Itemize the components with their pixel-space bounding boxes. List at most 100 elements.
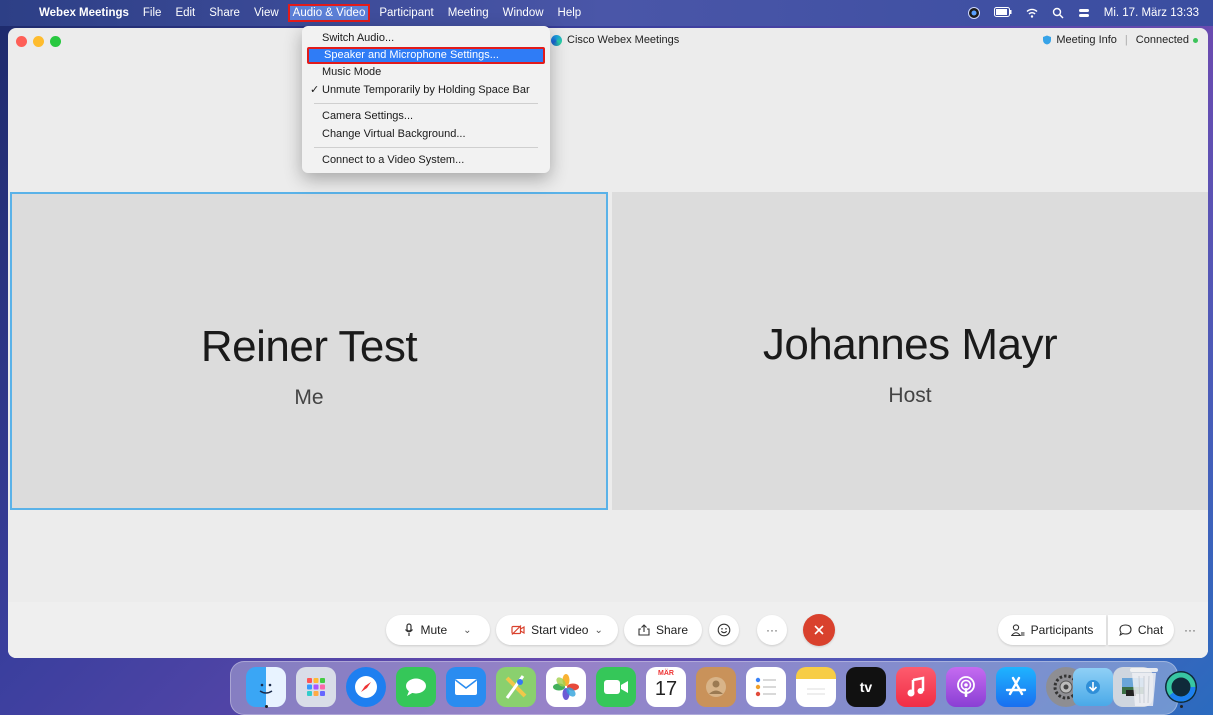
menu-item-switch-audio[interactable]: Switch Audio...: [307, 30, 545, 47]
photos-icon[interactable]: [546, 667, 586, 707]
meeting-info-link[interactable]: Meeting Info: [1042, 34, 1117, 46]
participant-role: Host: [888, 384, 932, 407]
video-tile-host[interactable]: Johannes Mayr Host: [612, 192, 1208, 510]
safari-icon[interactable]: [346, 667, 386, 707]
webex-meetings-app-icon[interactable]: [1161, 667, 1201, 708]
chevron-down-icon[interactable]: ⌄: [463, 625, 471, 636]
meeting-status-area: Meeting Info | Connected: [1042, 34, 1198, 46]
menu-separator: [314, 147, 538, 148]
menu-item-speaker-microphone-settings[interactable]: Speaker and Microphone Settings...: [307, 47, 545, 64]
participants-button[interactable]: Participants: [998, 615, 1106, 645]
share-icon: [638, 624, 650, 636]
trash-icon[interactable]: [1127, 666, 1161, 708]
menu-participant[interactable]: Participant: [372, 3, 440, 23]
participants-label: Participants: [1030, 623, 1094, 637]
menu-item-unmute-temporarily[interactable]: ✓ Unmute Temporarily by Holding Space Ba…: [307, 82, 545, 99]
menu-audio-video[interactable]: Audio & Video: [287, 4, 371, 22]
menu-separator: [314, 103, 538, 104]
webex-logo-icon: [551, 34, 562, 46]
menu-view[interactable]: View: [247, 3, 286, 23]
chevron-down-icon[interactable]: ⌄: [594, 625, 602, 636]
menu-item-label: Unmute Temporarily by Holding Space Bar: [322, 84, 530, 96]
maps-icon[interactable]: [496, 667, 536, 707]
microphone-icon: [405, 623, 414, 636]
video-tile-me[interactable]: Reiner Test Me: [10, 192, 608, 510]
start-video-button[interactable]: Start video ⌄: [496, 615, 618, 645]
mute-label: Mute: [420, 623, 448, 637]
participant-name: Johannes Mayr: [762, 320, 1058, 369]
calendar-day: 17: [654, 678, 678, 700]
participants-icon: [1010, 624, 1025, 636]
share-label: Share: [655, 623, 689, 637]
divider: |: [1124, 34, 1128, 46]
launchpad-icon[interactable]: [296, 667, 336, 707]
start-video-label: Start video: [531, 623, 589, 637]
chat-icon: [1119, 624, 1132, 636]
messages-icon[interactable]: [396, 667, 436, 707]
calendar-month: MÄR: [658, 670, 674, 677]
tv-label: tv: [859, 679, 873, 695]
meeting-info-label: Meeting Info: [1056, 34, 1117, 46]
menu-window[interactable]: Window: [496, 3, 551, 23]
more-label: ···: [1184, 623, 1196, 637]
panel-more-button[interactable]: ···: [1176, 615, 1204, 645]
meeting-controls-bar: Mute ⌄ Start video ⌄ Share ··· Participa…: [8, 602, 1208, 658]
downloads-folder-icon[interactable]: [1073, 668, 1113, 706]
participant-name: Reiner Test: [200, 322, 418, 371]
menu-meeting[interactable]: Meeting: [441, 3, 496, 23]
contacts-icon[interactable]: [696, 667, 736, 707]
title-bar: Cisco Webex Meetings Meeting Info | Conn…: [8, 28, 1208, 54]
wifi-icon[interactable]: [1026, 7, 1038, 19]
webex-app-icon[interactable]: [1209, 667, 1213, 707]
leave-meeting-button[interactable]: [803, 614, 835, 646]
menu-edit[interactable]: Edit: [168, 3, 202, 23]
menu-file[interactable]: File: [136, 3, 169, 23]
podcasts-icon[interactable]: [946, 667, 986, 707]
webex-status-icon[interactable]: [967, 7, 980, 19]
participant-role: Me: [294, 386, 324, 409]
mute-button[interactable]: Mute ⌄: [386, 615, 490, 645]
calendar-icon[interactable]: MÄR 17: [646, 667, 686, 707]
control-center-icon[interactable]: [1078, 7, 1090, 19]
running-indicator: [264, 705, 268, 708]
clock[interactable]: Mi. 17. März 13:33: [1104, 7, 1199, 19]
facetime-icon[interactable]: [596, 667, 636, 707]
smiley-icon: [717, 623, 731, 637]
music-icon[interactable]: [896, 667, 936, 707]
apple-menu-icon[interactable]: [0, 3, 32, 23]
connected-dot-icon: [1193, 37, 1198, 43]
menu-item-camera-settings[interactable]: Camera Settings...: [307, 108, 545, 125]
share-button[interactable]: Share: [624, 615, 702, 645]
finder-icon[interactable]: [246, 667, 286, 708]
apple-tv-icon[interactable]: tv: [846, 667, 886, 707]
more-label: ···: [766, 623, 778, 637]
reminders-icon[interactable]: [746, 667, 786, 707]
close-window-button[interactable]: [16, 36, 27, 47]
close-icon: [814, 625, 824, 635]
minimize-window-button[interactable]: [33, 36, 44, 47]
chat-label: Chat: [1137, 623, 1164, 637]
shield-icon: [1043, 35, 1052, 45]
app-store-icon[interactable]: [996, 667, 1036, 707]
zoom-window-button[interactable]: [50, 36, 61, 47]
more-options-button[interactable]: ···: [757, 615, 787, 645]
audio-video-menu: Switch Audio... Speaker and Microphone S…: [302, 26, 550, 173]
menu-item-connect-video-system[interactable]: Connect to a Video System...: [307, 152, 545, 169]
window-title: Cisco Webex Meetings: [551, 34, 679, 46]
running-indicator: [1179, 705, 1183, 708]
menu-help[interactable]: Help: [551, 3, 589, 23]
menu-item-change-virtual-background[interactable]: Change Virtual Background...: [307, 126, 545, 143]
chat-button[interactable]: Chat: [1108, 615, 1174, 645]
battery-icon[interactable]: [993, 7, 1012, 19]
notes-icon[interactable]: [796, 667, 836, 707]
spotlight-search-icon[interactable]: [1052, 7, 1064, 19]
reactions-button[interactable]: [709, 615, 739, 645]
window-controls: [16, 36, 61, 47]
menu-share[interactable]: Share: [202, 3, 247, 23]
menu-item-music-mode[interactable]: Music Mode: [307, 64, 545, 81]
mail-icon[interactable]: [446, 667, 486, 707]
video-off-icon: [511, 625, 525, 635]
app-menu[interactable]: Webex Meetings: [32, 3, 136, 23]
dock: MÄR 17 tv: [230, 661, 1197, 715]
connection-status[interactable]: Connected: [1136, 34, 1198, 46]
